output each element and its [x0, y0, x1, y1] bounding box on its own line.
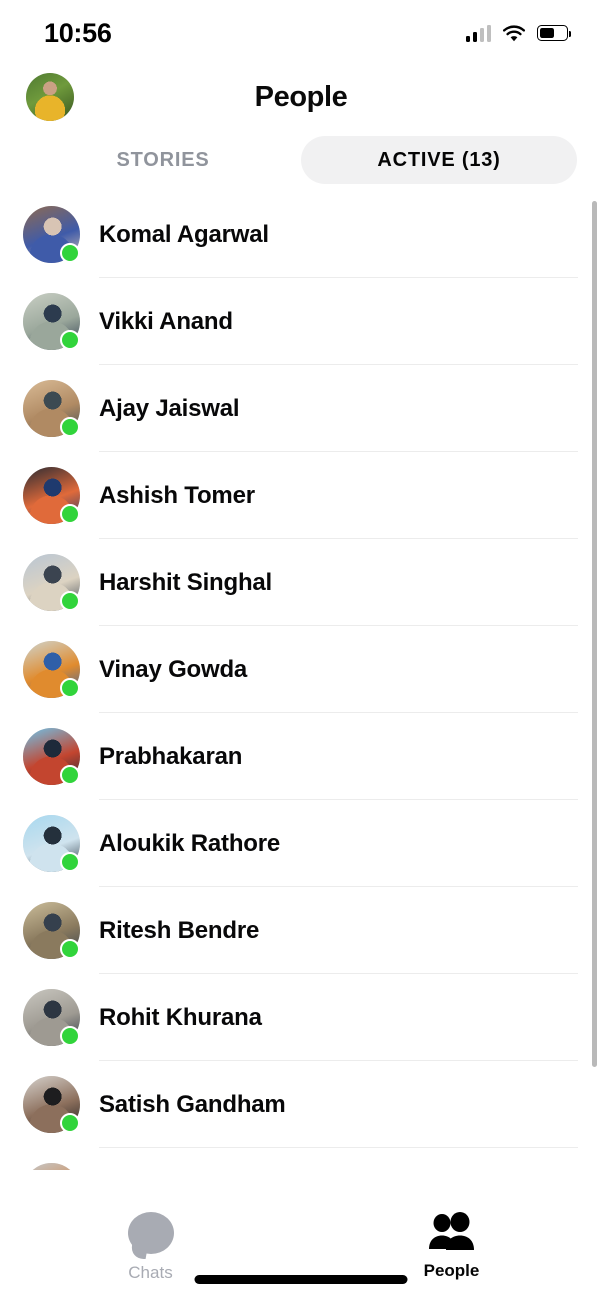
segmented-control: STORIES ACTIVE (13): [0, 136, 602, 184]
battery-icon: [537, 25, 572, 41]
status-badge: [60, 417, 80, 437]
list-item[interactable]: Aloukik Rathore: [0, 800, 602, 887]
list-item-label: Harshit Singhal: [99, 568, 273, 596]
list-item-label: Prabhakaran: [99, 742, 243, 770]
list-item-label: Satish Gandham: [99, 1090, 286, 1118]
page-title: People: [254, 80, 348, 113]
list-item[interactable]: Ritesh Bendre: [0, 887, 602, 974]
list-item-label: Rohit Khurana: [99, 1003, 262, 1031]
status-badge: [60, 765, 80, 785]
avatar[interactable]: [23, 1163, 80, 1170]
status-badge: [60, 678, 80, 698]
page-header: People: [0, 66, 602, 128]
tab-chats-label: Chats: [128, 1263, 173, 1282]
status-badge: [60, 330, 80, 350]
people-list[interactable]: Komal Agarwal Vikki Anand Ajay Jaiswal Ashi…: [0, 191, 602, 1170]
list-item[interactable]: Ajay Jaiswal: [0, 365, 602, 452]
list-item[interactable]: Prabhakaran: [0, 713, 602, 800]
status-badge: [60, 504, 80, 524]
list-item[interactable]: Satish Gandham: [0, 1061, 602, 1148]
bottom-tab-bar: Chats People: [0, 1170, 602, 1301]
home-indicator: [194, 1275, 408, 1284]
app-screen: 10:56 People STORIES ACTIVE (13) Komal A…: [0, 0, 602, 1301]
list-item-label: Vinay Gowda: [99, 655, 248, 683]
tab-people-label: People: [423, 1261, 480, 1280]
status-badge: [60, 939, 80, 959]
list-item-label: Aloukik Rathore: [99, 829, 281, 857]
list-item[interactable]: Ashish Tomer: [0, 452, 602, 539]
tab-stories[interactable]: STORIES: [25, 136, 301, 184]
list-item-label: Ajay Jaiswal: [99, 394, 240, 422]
status-badge: [60, 1113, 80, 1133]
people-icon: [427, 1212, 477, 1252]
list-item-label: Ritesh Bendre: [99, 916, 260, 944]
cellular-signal-icon: [465, 24, 491, 42]
tab-active[interactable]: ACTIVE (13): [301, 136, 577, 184]
list-item[interactable]: Harshit Singhal: [0, 539, 602, 626]
list-item-label: Komal Agarwal: [99, 220, 269, 248]
status-badge: [60, 852, 80, 872]
list-item[interactable]: Vikki Anand: [0, 278, 602, 365]
status-bar-time: 10:56: [44, 17, 112, 48]
status-bar-icons: [465, 24, 572, 42]
list-item[interactable]: Komal Agarwal: [0, 191, 602, 278]
list-scrollbar[interactable]: [592, 201, 597, 1067]
list-item[interactable]: Vinay Gowda: [0, 626, 602, 713]
list-item-label: Vikki Anand: [99, 307, 233, 335]
status-badge: [60, 591, 80, 611]
status-badge: [60, 243, 80, 263]
list-item[interactable]: [0, 1148, 602, 1170]
status-bar: 10:56: [0, 0, 602, 66]
list-item-label: Ashish Tomer: [99, 481, 255, 509]
list-item[interactable]: Rohit Khurana: [0, 974, 602, 1061]
wifi-icon: [502, 25, 526, 42]
chat-bubble-icon: [127, 1212, 174, 1254]
status-badge: [60, 1026, 80, 1046]
